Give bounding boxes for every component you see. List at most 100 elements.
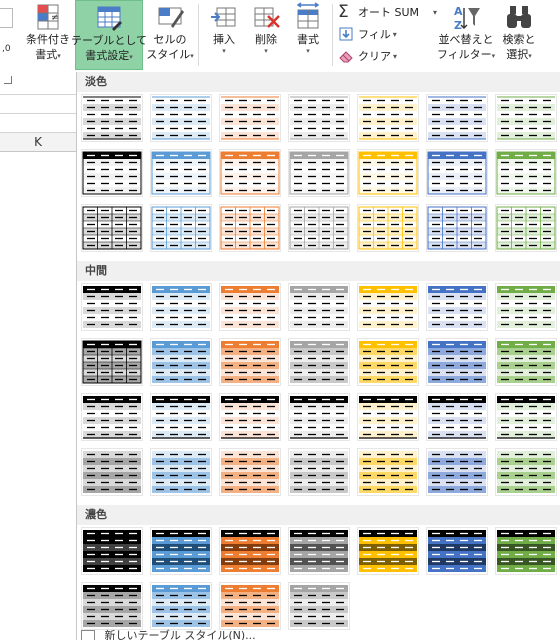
table-style-thumbnail[interactable]: [150, 448, 212, 496]
section-header: 淡色: [77, 72, 560, 92]
table-style-thumbnail[interactable]: [288, 527, 350, 575]
table-style-preview: [81, 393, 143, 441]
insert-button[interactable]: 挿入 ▾: [204, 0, 244, 70]
table-style-thumbnail[interactable]: [288, 204, 350, 252]
table-style-thumbnail[interactable]: [357, 149, 419, 197]
table-style-thumbnail[interactable]: [495, 204, 557, 252]
table-style-thumbnail[interactable]: [150, 527, 212, 575]
table-style-preview: [288, 527, 350, 575]
table-style-thumbnail[interactable]: [426, 94, 488, 142]
table-style-thumbnail[interactable]: [288, 283, 350, 331]
table-style-thumbnail[interactable]: [150, 283, 212, 331]
table-style-preview: [288, 283, 350, 331]
table-style-thumbnail[interactable]: [81, 448, 143, 496]
delete-label: 削除: [255, 33, 277, 46]
table-style-thumbnail[interactable]: [357, 527, 419, 575]
eraser-icon: [338, 48, 354, 64]
table-style-thumbnail[interactable]: [150, 204, 212, 252]
number-format-dropdown[interactable]: [0, 8, 13, 28]
table-style-thumbnail[interactable]: [219, 283, 281, 331]
fill-button[interactable]: フィル ▾: [338, 24, 397, 44]
table-style-thumbnail[interactable]: [288, 393, 350, 441]
format-as-table-button[interactable]: テーブルとして 書式設定▾: [71, 0, 147, 70]
sort-filter-button[interactable]: A Z 並べ替えと フィルター▾: [436, 0, 496, 70]
table-style-thumbnail[interactable]: [426, 338, 488, 386]
table-style-preview: [495, 94, 557, 142]
table-style-preview: [81, 448, 143, 496]
table-style-thumbnail[interactable]: [150, 338, 212, 386]
clear-button[interactable]: クリア ▾: [338, 46, 397, 66]
table-style-thumbnail[interactable]: [357, 338, 419, 386]
delete-button[interactable]: 削除 ▾: [246, 0, 286, 70]
table-style-preview: [426, 149, 488, 197]
table-style-thumbnail[interactable]: [219, 527, 281, 575]
table-style-thumbnail[interactable]: [495, 94, 557, 142]
table-style-thumbnail[interactable]: [288, 448, 350, 496]
table-style-thumbnail[interactable]: [81, 204, 143, 252]
table-style-thumbnail[interactable]: [426, 448, 488, 496]
table-style-thumbnail[interactable]: [495, 448, 557, 496]
conditional-format-button[interactable]: ≠ 条件付き 書式▾: [22, 0, 74, 70]
table-style-preview: [495, 204, 557, 252]
table-style-thumbnail[interactable]: [426, 527, 488, 575]
format-button[interactable]: 書式 ▾: [288, 0, 328, 70]
table-style-thumbnail[interactable]: [495, 338, 557, 386]
table-style-thumbnail[interactable]: [288, 149, 350, 197]
table-style-preview: [357, 393, 419, 441]
format-dropdown-icon: ▾: [306, 47, 310, 55]
find-select-button[interactable]: 検索と 選択▾: [496, 0, 542, 70]
table-style-thumbnail[interactable]: [219, 393, 281, 441]
table-style-thumbnail[interactable]: [150, 149, 212, 197]
table-style-preview: [357, 283, 419, 331]
table-style-thumbnail[interactable]: [288, 338, 350, 386]
table-style-thumbnail[interactable]: [357, 204, 419, 252]
format-as-table-icon: [94, 3, 124, 33]
autosum-button[interactable]: Σ オート SUM ▾: [338, 2, 437, 22]
table-style-thumbnail[interactable]: [150, 94, 212, 142]
table-style-thumbnail[interactable]: [81, 393, 143, 441]
table-style-thumbnail[interactable]: [219, 582, 281, 630]
table-style-thumbnail[interactable]: [426, 283, 488, 331]
table-style-thumbnail[interactable]: [495, 283, 557, 331]
column-header[interactable]: K: [0, 132, 76, 152]
table-style-thumbnail[interactable]: [495, 393, 557, 441]
table-style-preview: [81, 149, 143, 197]
table-style-thumbnail[interactable]: [219, 448, 281, 496]
table-style-thumbnail[interactable]: [81, 527, 143, 575]
table-style-thumbnail[interactable]: [357, 448, 419, 496]
sort-filter-label-2: フィルター▾: [436, 48, 496, 61]
table-style-preview: [495, 283, 557, 331]
table-style-thumbnail[interactable]: [495, 527, 557, 575]
table-style-preview: [288, 94, 350, 142]
table-style-thumbnail[interactable]: [426, 204, 488, 252]
table-style-thumbnail[interactable]: [357, 94, 419, 142]
table-style-thumbnail[interactable]: [81, 149, 143, 197]
table-style-thumbnail[interactable]: [426, 149, 488, 197]
autosum-label: オート SUM: [358, 6, 420, 19]
table-style-thumbnail[interactable]: [288, 582, 350, 630]
table-style-thumbnail[interactable]: [81, 582, 143, 630]
cell-styles-button[interactable]: セルの スタイル▾: [144, 0, 196, 70]
table-style-thumbnail[interactable]: [219, 338, 281, 386]
table-style-thumbnail[interactable]: [495, 149, 557, 197]
dialog-launcher-icon[interactable]: [4, 76, 12, 84]
table-style-thumbnail[interactable]: [219, 149, 281, 197]
table-style-thumbnail[interactable]: [150, 393, 212, 441]
table-style-preview: [426, 527, 488, 575]
formula-bar[interactable]: [0, 94, 76, 114]
ribbon-separator: [332, 4, 333, 66]
table-style-thumbnail[interactable]: [357, 283, 419, 331]
new-table-style-item[interactable]: 新しいテーブル スタイル(N)...: [77, 628, 560, 640]
table-style-thumbnail[interactable]: [81, 338, 143, 386]
table-style-preview: [150, 582, 212, 630]
comma-style-icon[interactable]: ,0: [2, 44, 11, 54]
table-style-preview: [495, 149, 557, 197]
table-style-thumbnail[interactable]: [357, 393, 419, 441]
table-style-thumbnail[interactable]: [219, 204, 281, 252]
table-style-thumbnail[interactable]: [288, 94, 350, 142]
table-style-thumbnail[interactable]: [81, 283, 143, 331]
table-style-thumbnail[interactable]: [150, 582, 212, 630]
table-style-thumbnail[interactable]: [219, 94, 281, 142]
table-style-thumbnail[interactable]: [81, 94, 143, 142]
table-style-thumbnail[interactable]: [426, 393, 488, 441]
